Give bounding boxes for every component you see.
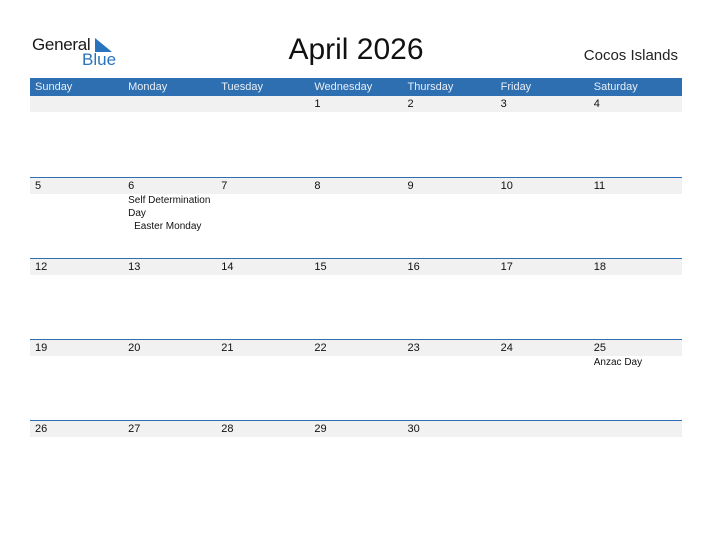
day-number: 7 — [221, 180, 228, 192]
country-label: Cocos Islands — [583, 47, 678, 64]
day-number: 4 — [593, 98, 600, 110]
day-number: 25 — [593, 342, 606, 354]
day-number: 16 — [407, 261, 420, 273]
day-number — [216, 96, 309, 112]
day-events — [403, 194, 496, 233]
weekday-friday: Friday — [500, 81, 532, 93]
day-events — [216, 356, 309, 369]
day-number: 3 — [500, 98, 507, 110]
day-number: 26 — [35, 423, 48, 435]
day-number: 23 — [407, 342, 420, 354]
day-number: 9 — [407, 180, 414, 192]
week-row: 26 27 28 29 30 — [30, 420, 682, 501]
day-number: 19 — [35, 342, 48, 354]
day-events — [309, 194, 402, 233]
date-strip: 5 6 7 8 9 10 11 — [30, 178, 682, 194]
weekday-wednesday: Wednesday — [314, 81, 373, 93]
day-number: 11 — [593, 180, 606, 192]
day-events — [30, 194, 123, 233]
day-number: 24 — [500, 342, 513, 354]
holiday-label: Anzac Day — [593, 357, 643, 368]
day-number: 27 — [128, 423, 141, 435]
day-events — [30, 356, 123, 369]
day-number: 5 — [35, 180, 42, 192]
day-number: 8 — [314, 180, 321, 192]
day-events — [496, 194, 589, 233]
date-strip: 1 2 3 4 — [30, 96, 682, 112]
day-number: 28 — [221, 423, 234, 435]
day-number: 30 — [407, 423, 420, 435]
events-row: Anzac Day — [30, 356, 682, 369]
day-events: Anzac Day — [589, 356, 682, 369]
day-number: 18 — [593, 261, 606, 273]
week-row: 19 20 21 22 23 24 25 Anzac Day — [30, 339, 682, 420]
weekday-sunday: Sunday — [35, 81, 73, 93]
calendar-grid: Sunday Monday Tuesday Wednesday Thursday… — [30, 78, 682, 501]
day-number: 10 — [500, 180, 513, 192]
weekday-monday: Monday — [128, 81, 168, 93]
day-number: 29 — [314, 423, 327, 435]
day-events — [309, 356, 402, 369]
day-number — [589, 421, 682, 437]
weekday-thursday: Thursday — [407, 81, 454, 93]
day-events — [496, 356, 589, 369]
day-number: 22 — [314, 342, 327, 354]
holiday-label: Easter Monday — [134, 221, 202, 232]
day-events — [589, 194, 682, 233]
weekday-tuesday: Tuesday — [221, 81, 264, 93]
week-row: 1 2 3 4 — [30, 96, 682, 177]
events-row: Self Determination Day Easter Monday — [30, 194, 682, 233]
day-events — [216, 194, 309, 233]
day-events — [403, 356, 496, 369]
day-events — [123, 356, 216, 369]
day-number: 12 — [35, 261, 48, 273]
day-number: 6 — [128, 180, 135, 192]
day-number — [123, 96, 216, 112]
day-number: 15 — [314, 261, 327, 273]
day-number — [30, 96, 123, 112]
date-strip: 12 13 14 15 16 17 18 — [30, 259, 682, 275]
week-row: 5 6 7 8 9 10 11 Self Determination Day Easter Mo… — [30, 177, 682, 258]
holiday-label: Self Determination Day — [128, 195, 211, 219]
day-number — [496, 421, 589, 437]
weeks-container: 1 2 3 4 5 6 7 8 9 10 11 Self Determination Day Easte… — [30, 96, 682, 501]
date-strip: 26 27 28 29 30 — [30, 421, 682, 437]
day-number: 20 — [128, 342, 141, 354]
day-number: 14 — [221, 261, 234, 273]
week-row: 12 13 14 15 16 17 18 — [30, 258, 682, 339]
weekday-saturday: Saturday — [593, 81, 638, 93]
day-number: 2 — [407, 98, 414, 110]
weekday-header: Sunday Monday Tuesday Wednesday Thursday… — [30, 78, 682, 96]
day-number: 13 — [128, 261, 141, 273]
date-strip: 19 20 21 22 23 24 25 — [30, 340, 682, 356]
day-number: 21 — [221, 342, 234, 354]
day-events: Self Determination Day Easter Monday — [123, 194, 216, 233]
day-number: 1 — [314, 98, 321, 110]
day-number: 17 — [500, 261, 513, 273]
